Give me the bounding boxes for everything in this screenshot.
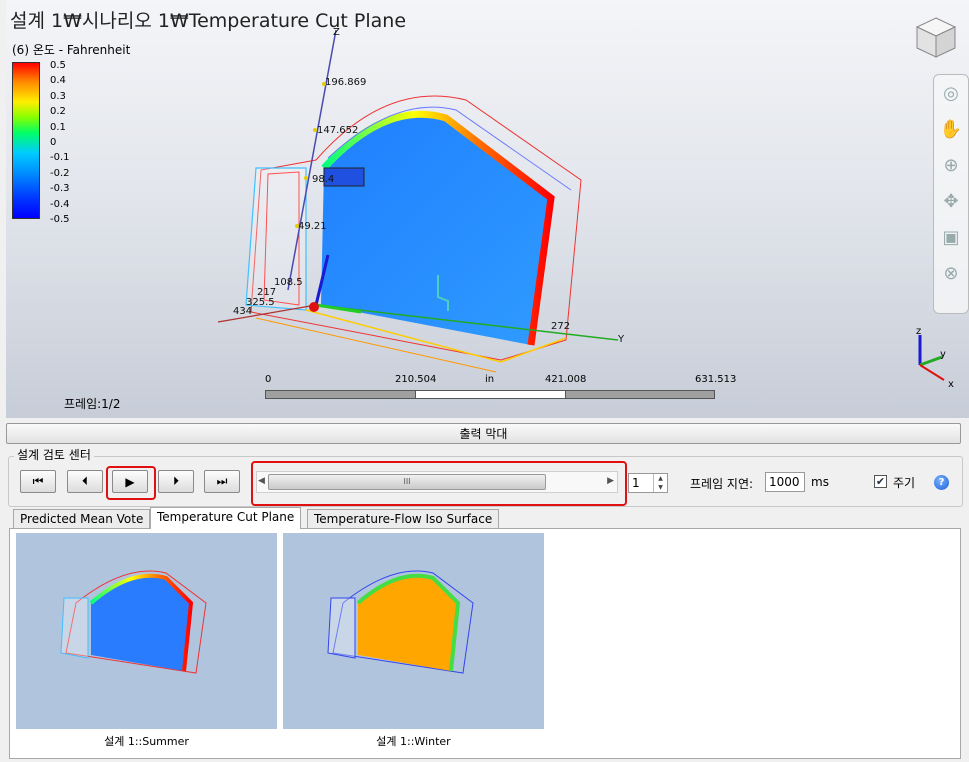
fast-forward-icon: ⏭ — [216, 474, 228, 488]
thumbnail-caption-summer: 설계 1::Summer — [104, 735, 189, 748]
orbit-icon[interactable]: ✥ — [934, 183, 968, 219]
previous-frame-button[interactable]: ⏴ — [67, 470, 103, 493]
zoom-icon[interactable]: ⊕ — [934, 147, 968, 183]
next-frame-button[interactable]: ⏵ — [158, 470, 194, 493]
output-bar-toggle[interactable]: 출력 막대 — [6, 423, 961, 444]
triad-label-z: z — [916, 326, 921, 337]
thumbnail-winter[interactable] — [283, 533, 544, 729]
view-cube-icon[interactable] — [913, 14, 959, 60]
look-at-icon[interactable]: ▣ — [934, 219, 968, 255]
axis-triad: z y x — [916, 326, 954, 390]
winter-render — [327, 570, 474, 674]
tab-predicted-mean-vote[interactable]: Predicted Mean Vote — [13, 509, 151, 528]
thumbnail-summer[interactable] — [16, 533, 277, 729]
ms-unit-label: ms — [811, 475, 829, 489]
cycle-label: 주기 — [893, 476, 916, 490]
frame-number-spinner[interactable]: 1 ▲ ▼ — [628, 473, 668, 493]
triad-label-x: x — [948, 379, 954, 390]
axis-label-z: Z — [333, 27, 340, 38]
tab-temperature-flow-iso-surface[interactable]: Temperature-Flow Iso Surface — [307, 509, 500, 528]
spinner-arrows-icon[interactable]: ▲ ▼ — [653, 474, 667, 492]
frame-number-value: 1 — [632, 476, 640, 490]
axis-label-y: Y — [617, 334, 625, 345]
ruler-label: 421.008 — [545, 374, 587, 385]
help-icon[interactable]: ? — [934, 475, 949, 490]
slider-highlight — [251, 461, 627, 506]
summer-render — [60, 570, 207, 674]
review-center-label: 설계 검토 센터 — [14, 446, 94, 463]
step-forward-icon: ⏵ — [172, 474, 179, 488]
first-frame-button[interactable]: ⏮ — [20, 470, 56, 493]
step-back-icon: ⏴ — [81, 474, 88, 488]
rewind-icon: ⏮ — [32, 474, 44, 488]
pan-hand-icon[interactable]: ✋ — [934, 111, 968, 147]
tab-temperature-cut-plane[interactable]: Temperature Cut Plane — [150, 507, 302, 529]
frame-counter: 프레임:1/2 — [64, 397, 121, 411]
showmotion-icon[interactable]: ⊗ — [934, 255, 968, 291]
z-tick: 98.4 — [312, 174, 334, 185]
frame-delay-input[interactable]: 1000 — [765, 472, 805, 492]
room-model-render: Z Y 196.869 147.652 98.4 49.21 108.5 217… — [217, 27, 625, 373]
frame-delay-label: 프레임 지연: — [690, 477, 754, 491]
navigation-bar: ◎ ✋ ⊕ ✥ ▣ ⊗ — [933, 74, 969, 314]
scale-ruler: 0 210.504 in 421.008 631.513 — [265, 374, 736, 402]
viewport-3d[interactable]: 설계 1₩시나리오 1₩Temperature Cut Plane (6) 온도… — [6, 0, 969, 418]
y-tick: 272 — [551, 321, 570, 332]
thumbnail-caption-winter: 설계 1::Winter — [376, 735, 451, 748]
play-button-highlight — [106, 466, 156, 500]
ruler-label: 631.513 — [695, 374, 737, 385]
ruler-label: 0 — [265, 374, 272, 385]
steering-wheel-icon[interactable]: ◎ — [934, 75, 968, 111]
z-tick: 196.869 — [325, 77, 366, 88]
z-tick: 147.652 — [317, 125, 358, 136]
x-tick: 434 — [233, 306, 252, 317]
cycle-checkbox[interactable]: ✔ — [874, 475, 887, 488]
ruler-label: 210.504 — [395, 374, 437, 385]
triad-label-y: y — [940, 349, 946, 360]
last-frame-button[interactable]: ⏭ — [204, 470, 240, 493]
z-tick: 49.21 — [298, 221, 327, 232]
x-tick: 108.5 — [274, 277, 303, 288]
ruler-unit: in — [485, 374, 495, 385]
